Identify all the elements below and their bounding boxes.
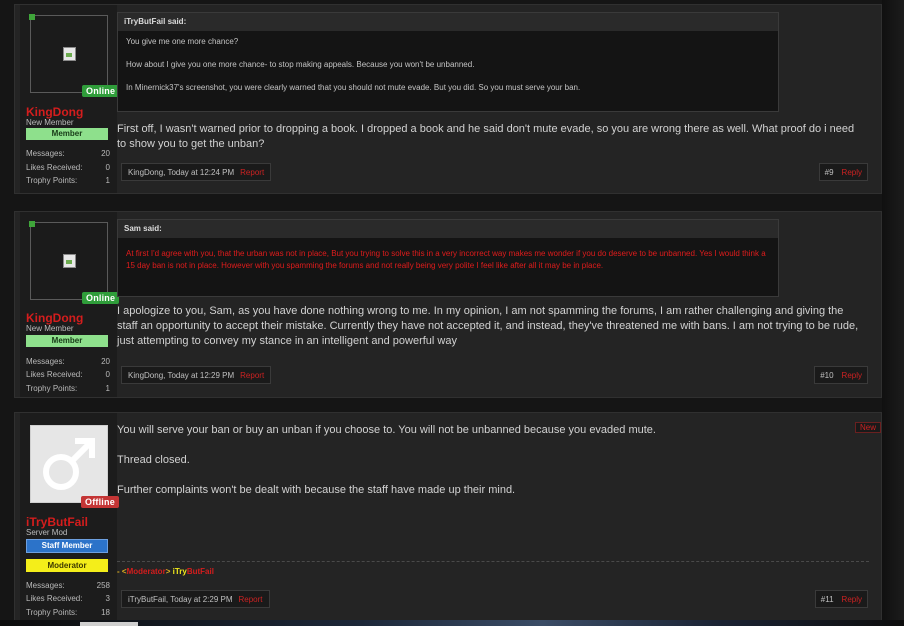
trophy-stat: Trophy Points: 1 [26, 384, 110, 393]
signature-divider [117, 561, 869, 562]
post-meta: KingDong, Today at 12:24 PM Report [121, 163, 272, 181]
post-author-date[interactable]: KingDong, Today at 12:29 PM [128, 371, 234, 380]
quote-line: In Minernick37's screenshot, you were cl… [126, 83, 581, 92]
signature-rank: Moderator [126, 567, 166, 576]
report-link[interactable]: Report [240, 371, 264, 380]
post-number[interactable]: #10 [820, 371, 833, 380]
signature-prefix: - < [117, 567, 127, 576]
post-10: Online KingDong New Member Member Messag… [14, 211, 882, 398]
post-author-date[interactable]: KingDong, Today at 12:24 PM [128, 168, 234, 177]
post-meta: KingDong, Today at 12:29 PM Report [121, 366, 272, 384]
staff-member-badge: Staff Member [26, 539, 108, 553]
likes-stat: Likes Received: 0 [26, 163, 110, 172]
messages-label: Messages: [26, 149, 65, 158]
trophy-value: 1 [105, 176, 110, 185]
member-badge: Member [26, 128, 108, 140]
avatar[interactable] [29, 221, 108, 300]
messages-stat: Messages: 258 [26, 581, 110, 590]
avatar-corner [29, 14, 35, 20]
post-11: Offline iTryButFail Server Mod Staff Mem… [14, 412, 882, 622]
user-title: New Member [26, 324, 74, 333]
messages-stat: Messages: 20 [26, 149, 110, 158]
likes-value: 3 [105, 594, 110, 603]
post-message: First off, I wasn't warned prior to drop… [117, 123, 855, 150]
reply-link[interactable]: Reply [842, 168, 862, 177]
online-status-badge: Online [82, 85, 120, 97]
user-title: New Member [26, 118, 74, 127]
signature-name-b: ButFail [186, 567, 214, 576]
avatar[interactable] [30, 425, 108, 503]
report-link[interactable]: Report [239, 595, 263, 604]
avatar-corner [29, 221, 35, 227]
reply-link[interactable]: Reply [842, 595, 862, 604]
user-info: Offline iTryButFail Server Mod Staff Mem… [20, 413, 119, 621]
post-controls: #10 Reply [814, 366, 868, 384]
broken-image-icon [63, 254, 76, 268]
male-symbol-icon [43, 438, 95, 490]
messages-label: Messages: [26, 581, 65, 590]
messages-value: 20 [101, 149, 110, 158]
likes-label: Likes Received: [26, 163, 83, 172]
quote-author[interactable]: Sam said: [118, 220, 778, 238]
member-badge: Member [26, 335, 108, 347]
avatar[interactable] [29, 14, 108, 93]
post-controls: #9 Reply [818, 163, 868, 181]
trophy-stat: Trophy Points: 18 [26, 608, 110, 617]
quote-text: At first I'd agree with you, that the ur… [126, 249, 766, 270]
online-status-badge: Online [82, 292, 120, 304]
user-info: Online KingDong New Member Member Messag… [20, 5, 120, 193]
messages-value: 20 [101, 357, 110, 366]
post-author-date[interactable]: iTryButFail, Today at 2:29 PM [128, 595, 233, 604]
moderator-badge: Moderator [26, 559, 108, 572]
report-link[interactable]: Report [240, 168, 264, 177]
trophy-value: 1 [105, 384, 110, 393]
likes-value: 0 [105, 163, 110, 172]
post-number[interactable]: #9 [825, 168, 834, 177]
post-number[interactable]: #11 [821, 595, 834, 604]
trophy-value: 18 [101, 608, 110, 617]
quote-line: How about I give you one more chance- to… [126, 60, 475, 69]
post-paragraph: Further complaints won't be dealt with b… [117, 484, 516, 496]
quote-block: Sam said: At first I'd agree with you, t… [117, 219, 779, 297]
user-title: Server Mod [26, 528, 68, 537]
post-paragraph: Thread closed. [117, 454, 190, 466]
reply-link[interactable]: Reply [842, 371, 862, 380]
page-edge [882, 0, 904, 626]
trophy-label: Trophy Points: [26, 176, 78, 185]
bottom-tab[interactable] [80, 622, 138, 626]
quote-line: You give me one more chance? [126, 37, 239, 46]
quote-block: iTryButFail said: You give me one more c… [117, 12, 779, 112]
likes-label: Likes Received: [26, 370, 83, 379]
post-9: Online KingDong New Member Member Messag… [14, 4, 882, 194]
post-message: I apologize to you, Sam, as you have don… [117, 305, 859, 347]
likes-value: 0 [105, 370, 110, 379]
likes-stat: Likes Received: 3 [26, 594, 110, 603]
likes-stat: Likes Received: 0 [26, 370, 110, 379]
signature-name-a: iTry [172, 567, 187, 576]
messages-value: 258 [96, 581, 110, 590]
post-paragraph: You will serve your ban or buy an unban … [117, 424, 656, 436]
username[interactable]: iTryButFail [26, 515, 88, 529]
likes-label: Likes Received: [26, 594, 83, 603]
signature-suffix: > [165, 567, 171, 576]
messages-label: Messages: [26, 357, 65, 366]
trophy-label: Trophy Points: [26, 384, 78, 393]
trophy-stat: Trophy Points: 1 [26, 176, 110, 185]
quote-author[interactable]: iTryButFail said: [118, 13, 778, 31]
messages-stat: Messages: 20 [26, 357, 110, 366]
broken-image-icon [63, 47, 76, 61]
signature: - <Moderator> iTryButFail [117, 567, 214, 576]
post-meta: iTryButFail, Today at 2:29 PM Report [121, 590, 270, 608]
username[interactable]: KingDong [26, 311, 83, 325]
post-controls: #11 Reply [814, 590, 868, 608]
user-info: Online KingDong New Member Member Messag… [20, 212, 120, 397]
offline-status-badge: Offline [81, 496, 119, 508]
username[interactable]: KingDong [26, 105, 83, 119]
trophy-label: Trophy Points: [26, 608, 78, 617]
